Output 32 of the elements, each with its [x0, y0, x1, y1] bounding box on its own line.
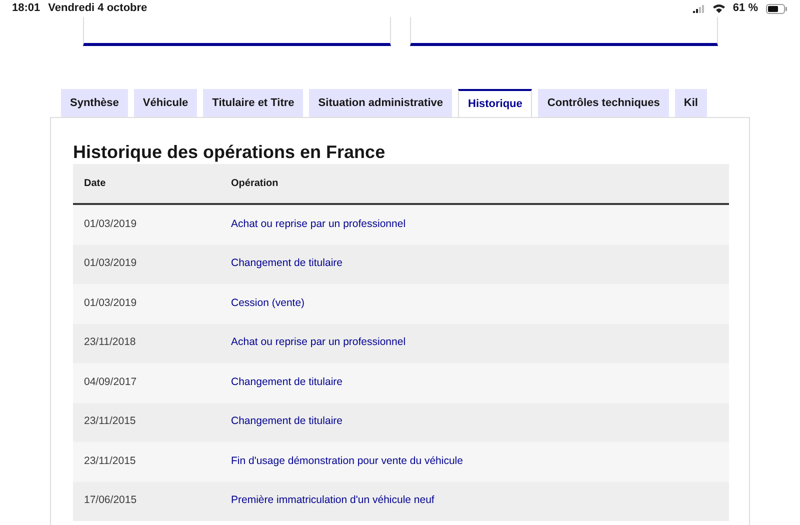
operation-link[interactable]: Changement de titulaire: [231, 414, 342, 430]
operation-link[interactable]: Première immatriculation d'un véhicule neuf: [231, 493, 434, 510]
column-header: Date: [83, 177, 107, 191]
battery-percent: 61 %: [732, 1, 758, 16]
tab[interactable]: Historique: [458, 89, 532, 117]
date-cell-text: 17/06/2015: [83, 493, 138, 508]
operation-link[interactable]: Cession (vente): [231, 296, 305, 312]
tab[interactable]: Synthèse: [61, 89, 128, 117]
date-cell-text: 01/03/2019: [83, 256, 138, 272]
date-cell-text: 01/03/2019: [83, 296, 138, 311]
date-cell-text: 23/11/2015: [83, 414, 137, 430]
tab[interactable]: Situation administrative: [309, 89, 452, 117]
tab[interactable]: Titulaire et Titre: [203, 89, 304, 117]
status-date: Vendredi 4 octobre: [48, 1, 148, 16]
operation-link[interactable]: Changement de titulaire: [231, 256, 342, 272]
column-header: Opération: [231, 177, 278, 191]
section-title: Historique des opérations en France: [73, 141, 386, 164]
operation-link[interactable]: Changement de titulaire: [231, 374, 342, 391]
wifi-icon: [712, 4, 725, 13]
date-cell-text: 01/03/2019: [83, 216, 138, 232]
status-time: 18:01: [12, 1, 40, 16]
operation-link[interactable]: Achat ou reprise par un professionnel: [231, 216, 406, 233]
date-cell-text: 23/11/2018: [83, 335, 137, 350]
battery-icon: [766, 4, 788, 14]
date-cell-text: 23/11/2015: [83, 454, 137, 469]
operation-link[interactable]: Achat ou reprise par un professionnel: [231, 335, 406, 352]
operation-link[interactable]: Fin d'usage démonstration pour vente du véhicule: [231, 454, 463, 470]
signal-icon: [692, 4, 705, 12]
date-cell-text: 04/09/2017: [83, 374, 138, 390]
tab[interactable]: Contrôles techniques: [538, 89, 669, 117]
tab[interactable]: Véhicule: [134, 89, 198, 117]
tab[interactable]: Kil: [674, 89, 707, 117]
